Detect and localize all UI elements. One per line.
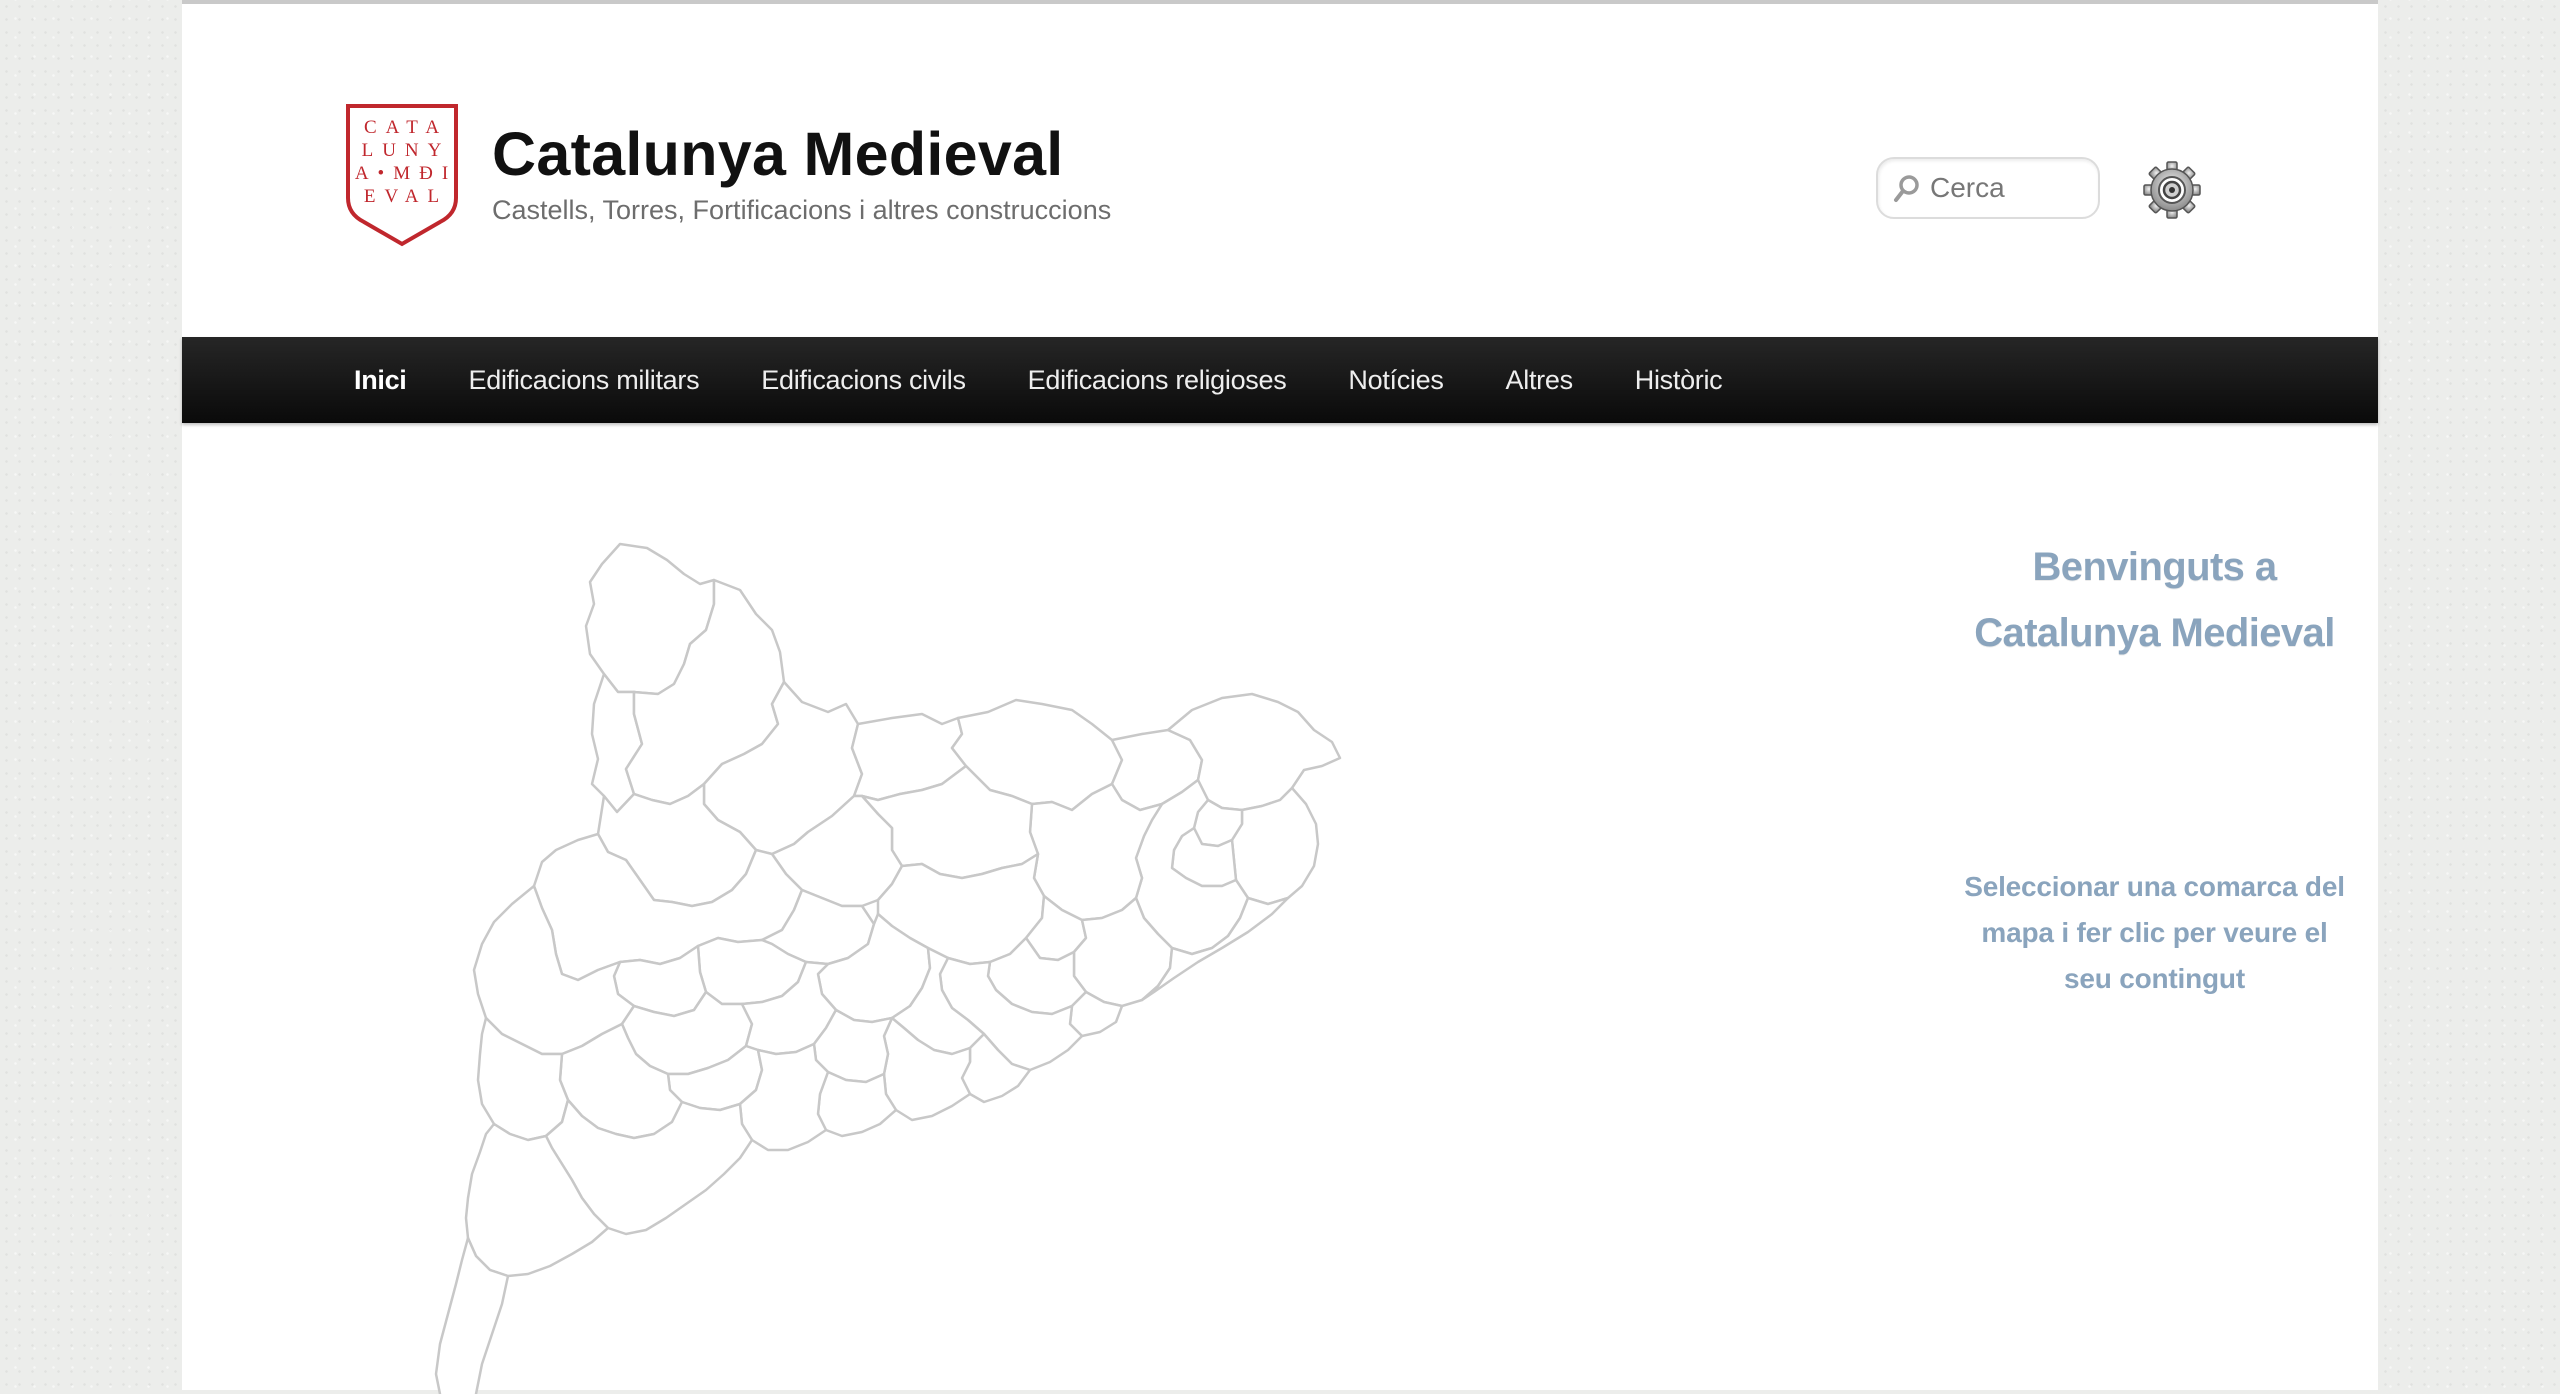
logo-line: A•MĐI bbox=[354, 163, 458, 184]
search-input[interactable] bbox=[1930, 169, 2090, 207]
catalonia-map bbox=[422, 534, 1552, 1394]
nav-item-inici[interactable]: Inici bbox=[323, 365, 438, 396]
search-box bbox=[1876, 157, 2100, 219]
nav-item-altres[interactable]: Altres bbox=[1475, 365, 1604, 396]
gear-icon[interactable] bbox=[2142, 160, 2202, 220]
logo-line: EVAL bbox=[363, 186, 449, 207]
map-instructions: Seleccionar una comarca del mapa i fer c… bbox=[1742, 864, 2560, 1002]
welcome-line: Benvinguts a bbox=[2032, 545, 2278, 589]
site-tagline: Castells, Torres, Fortificacions i altre… bbox=[492, 195, 1112, 225]
welcome-line: Catalunya Medieval bbox=[1974, 611, 2335, 655]
page-container: CATA LUNY A•MĐI EVAL Catalunya Medieval … bbox=[182, 0, 2378, 1394]
nav-item-historic[interactable]: Històric bbox=[1604, 365, 1754, 396]
site-title[interactable]: Catalunya Medieval bbox=[492, 116, 1064, 192]
main-navigation: Inici Edificacions militars Edificacions… bbox=[182, 337, 2378, 423]
map-region[interactable] bbox=[816, 1070, 898, 1138]
search-icon bbox=[1894, 175, 1919, 202]
nav-item-noticies[interactable]: Notícies bbox=[1317, 365, 1474, 396]
instruction-line: mapa i fer clic per veure el bbox=[1981, 917, 2328, 948]
welcome-heading: Benvinguts a Catalunya Medieval bbox=[1742, 534, 2560, 666]
nav-item-edificacions-civils[interactable]: Edificacions civils bbox=[730, 365, 996, 396]
instruction-line: seu contingut bbox=[2064, 963, 2245, 994]
logo-line: CATA bbox=[363, 117, 449, 138]
site-logo[interactable]: CATA LUNY A•MĐI EVAL bbox=[344, 102, 460, 248]
logo-line: LUNY bbox=[361, 140, 451, 161]
comarques-map-svg bbox=[434, 542, 1342, 1394]
nav-item-edificacions-militars[interactable]: Edificacions militars bbox=[438, 365, 731, 396]
logo-lettering: CATA LUNY A•MĐI EVAL bbox=[344, 116, 460, 208]
instruction-line: Seleccionar una comarca del bbox=[1964, 871, 2345, 902]
nav-item-edificacions-religioses[interactable]: Edificacions religioses bbox=[997, 365, 1318, 396]
